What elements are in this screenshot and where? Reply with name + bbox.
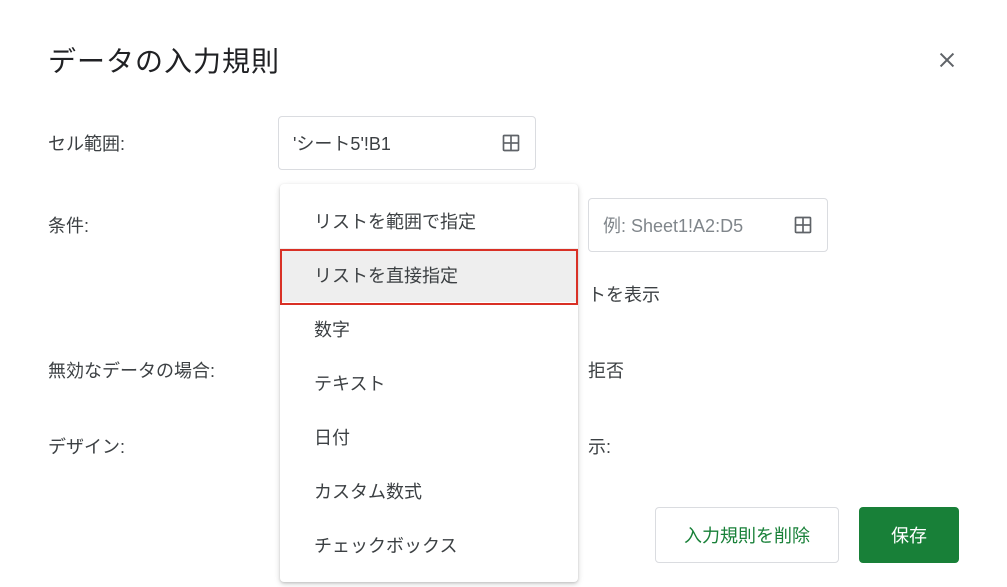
grid-icon[interactable] [793,215,813,235]
dropdown-option-custom-formula[interactable]: カスタム数式 [280,464,578,518]
row-cell-range: セル範囲: 'シート5'!B1 [48,116,959,170]
dropdown-option-checkbox[interactable]: チェックボックス [280,518,578,572]
grid-icon[interactable] [501,133,521,153]
close-icon [936,49,958,71]
close-button[interactable] [935,48,959,72]
design-label: デザイン: [48,433,278,459]
cell-range-label: セル範囲: [48,130,278,156]
dialog-header: データの入力規則 [48,40,959,80]
dropdown-option-number[interactable]: 数字 [280,302,578,356]
save-button[interactable]: 保存 [859,507,959,563]
condition-dropdown[interactable]: リストを範囲で指定 リストを直接指定 数字 テキスト 日付 カスタム数式 チェッ… [280,184,578,582]
invalid-data-label: 無効なデータの場合: [48,357,278,383]
dropdown-option-list-direct[interactable]: リストを直接指定 [280,248,578,302]
dropdown-option-list-range[interactable]: リストを範囲で指定 [280,194,578,248]
range-example-placeholder: 例: Sheet1!A2:D5 [603,212,743,238]
dropdown-option-text[interactable]: テキスト [280,356,578,410]
design-partial: 示: [588,433,611,459]
dropdown-option-date[interactable]: 日付 [280,410,578,464]
delete-rules-button[interactable]: 入力規則を削除 [655,507,839,563]
dialog-title: データの入力規則 [48,40,280,80]
invalid-data-partial: 拒否 [588,357,624,383]
dialog-footer: 入力規則を削除 保存 [655,507,959,563]
cell-range-input[interactable]: 'シート5'!B1 [278,116,536,170]
condition-label: 条件: [48,212,278,238]
range-example-input[interactable]: 例: Sheet1!A2:D5 [588,198,828,252]
cell-range-value: 'シート5'!B1 [293,130,391,156]
show-dropdown-partial: トを表示 [588,281,660,307]
